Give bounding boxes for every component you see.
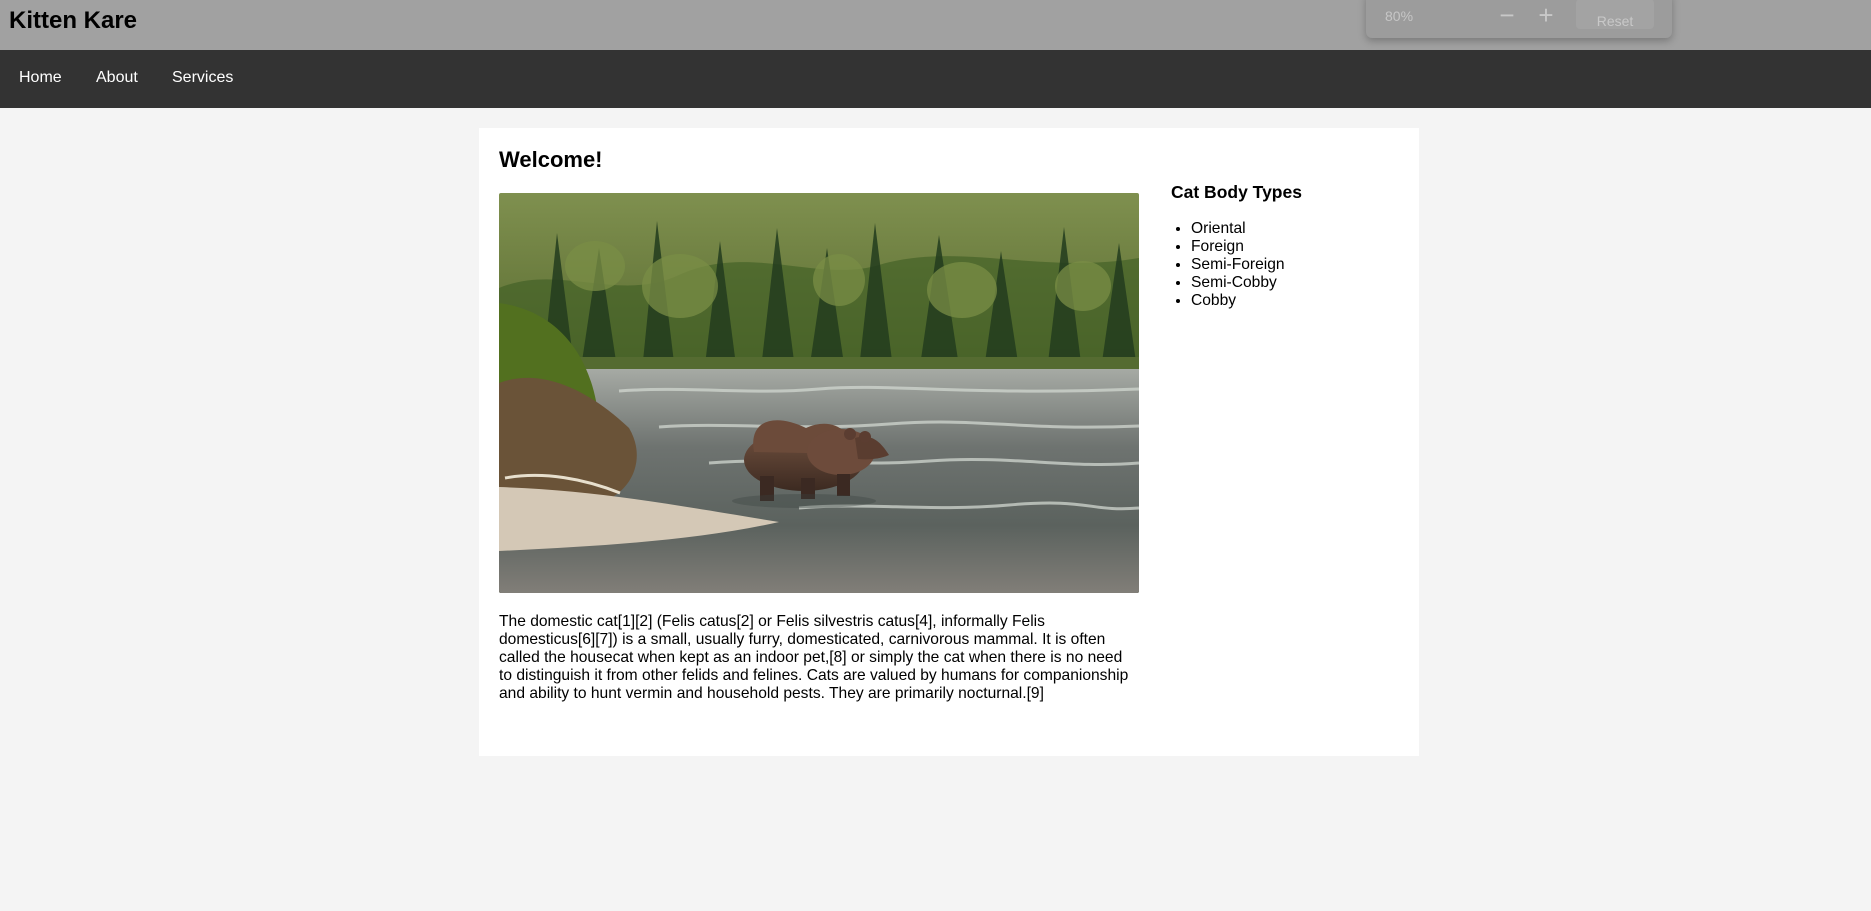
bear-in-river-illustration (499, 193, 1139, 593)
main-navigation: Home About Services (0, 50, 1871, 108)
zoom-popup: 80% − + Reset (1366, 0, 1672, 38)
cat-body-types-list: Oriental Foreign Semi-Foreign Semi-Cobby… (1171, 220, 1285, 310)
list-item-semi-foreign: Semi-Foreign (1191, 256, 1285, 274)
nav-item-services[interactable]: Services (172, 69, 233, 87)
cat-description: The domestic cat[1][2] (Felis catus[2] o… (499, 613, 1129, 702)
bear-in-river-photo (499, 193, 1139, 593)
site-header: Kitten Kare 80% − + Reset (0, 0, 1871, 50)
zoom-in-button[interactable]: + (1532, 2, 1560, 29)
list-item-cobby: Cobby (1191, 292, 1285, 310)
content-card: Welcome! The domestic cat[1][2] (Felis c… (479, 128, 1419, 756)
reset-zoom-button[interactable]: Reset (1576, 0, 1654, 29)
zoom-level-text: 80% (1385, 8, 1414, 24)
welcome-heading: Welcome! (499, 147, 603, 172)
nav-item-about[interactable]: About (96, 69, 138, 87)
list-item-semi-cobby: Semi-Cobby (1191, 274, 1285, 292)
nav-item-home[interactable]: Home (19, 69, 62, 87)
list-item-foreign: Foreign (1191, 238, 1285, 256)
list-item-oriental: Oriental (1191, 220, 1285, 238)
site-title: Kitten Kare (9, 7, 138, 34)
cat-body-types-heading: Cat Body Types (1171, 182, 1302, 202)
zoom-out-button[interactable]: − (1493, 2, 1521, 29)
